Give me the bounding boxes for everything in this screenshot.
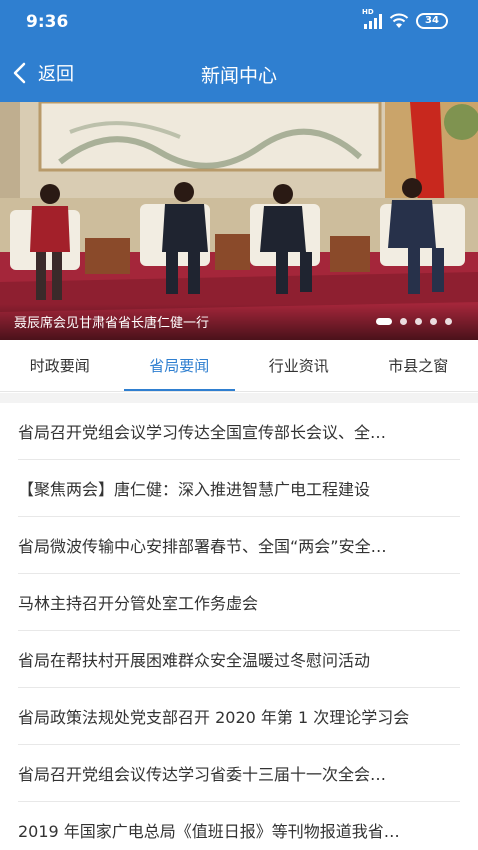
carousel-dot[interactable] — [430, 318, 437, 325]
signal-icon: HD — [362, 8, 382, 29]
news-title: 省局政策法规处党支部召开 2020 年第 1 次理论学习会 — [18, 708, 410, 727]
page-title: 新闻中心 — [200, 65, 277, 87]
list-item[interactable]: 省局政策法规处党支部召开 2020 年第 1 次理论学习会 — [18, 688, 460, 745]
status-time: 9:36 — [26, 12, 69, 32]
news-title: 【聚焦两会】唐仁健：深入推进智慧广电工程建设 — [18, 480, 371, 499]
list-item[interactable]: 马林主持召开分管处室工作务虚会 — [18, 574, 460, 631]
banner-caption: 聂辰席会见甘肃省省长唐仁健一行 — [14, 316, 210, 331]
battery-icon: 34 — [416, 13, 448, 29]
tab-3[interactable]: 市县之窗 — [359, 340, 478, 391]
signal-hd-tag: HD — [362, 7, 374, 16]
tab-0[interactable]: 时政要闻 — [0, 340, 120, 391]
wifi-icon — [389, 13, 409, 28]
list-item[interactable]: 省局在帮扶村开展困难群众安全温暖过冬慰问活动 — [18, 631, 460, 688]
carousel-indicator — [376, 318, 452, 325]
app-header: 返回 新闻中心 — [0, 46, 478, 102]
section-divider — [0, 393, 478, 403]
news-list: 省局召开党组会议学习传达全国宣传部长会议、全… 【聚焦两会】唐仁健：深入推进智慧广… — [0, 403, 478, 850]
status-icons: HD 34 — [362, 8, 448, 29]
list-item[interactable]: 省局微波传输中心安排部署春节、全国“两会”安全… — [18, 517, 460, 574]
list-item[interactable]: 省局召开党组会议传达学习省委十三届十一次全会… — [18, 745, 460, 802]
news-category-tabs: 时政要闻 省局要闻 行业资讯 市县之窗 — [0, 340, 478, 392]
carousel-dot[interactable] — [445, 318, 452, 325]
news-title: 马林主持召开分管处室工作务虚会 — [18, 594, 259, 613]
list-item[interactable]: 2019 年国家广电总局《值班日报》等刊物报道我省… — [18, 802, 460, 850]
news-title: 2019 年国家广电总局《值班日报》等刊物报道我省… — [18, 822, 400, 841]
tab-1[interactable]: 省局要闻 — [120, 340, 240, 391]
carousel-dot[interactable] — [415, 318, 422, 325]
list-item[interactable]: 【聚焦两会】唐仁健：深入推进智慧广电工程建设 — [18, 460, 460, 517]
banner-carousel[interactable]: 聂辰席会见甘肃省省长唐仁健一行 — [0, 102, 478, 340]
carousel-dot[interactable] — [400, 318, 407, 325]
status-bar: 9:36 HD 34 — [0, 0, 478, 46]
carousel-dot[interactable] — [376, 318, 392, 325]
news-title: 省局微波传输中心安排部署春节、全国“两会”安全… — [18, 537, 387, 556]
news-title: 省局在帮扶村开展困难群众安全温暖过冬慰问活动 — [18, 651, 371, 670]
tab-2[interactable]: 行业资讯 — [239, 340, 359, 391]
news-title: 省局召开党组会议学习传达全国宣传部长会议、全… — [18, 423, 387, 442]
list-item[interactable]: 省局召开党组会议学习传达全国宣传部长会议、全… — [18, 403, 460, 460]
news-title: 省局召开党组会议传达学习省委十三届十一次全会… — [18, 765, 387, 784]
